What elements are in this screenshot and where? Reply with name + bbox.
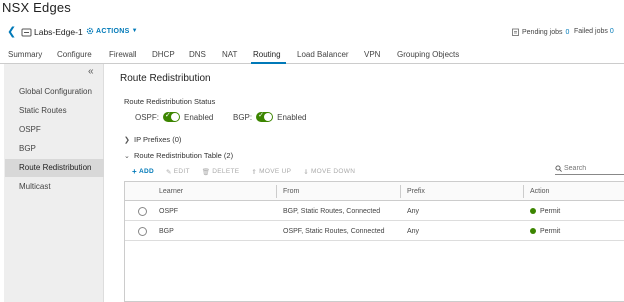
collapse-sidebar-icon[interactable]: « [88,66,94,77]
check-icon: ✓ [258,112,264,119]
ospf-status: OSPF: ✓ Enabled [135,112,213,122]
tab-routing[interactable]: Routing [253,50,281,59]
grid-header: Learner From Prefix Action [125,182,624,201]
action-label: Permit [540,228,561,235]
tab-nat[interactable]: NAT [222,50,237,59]
sidebar-item-global-configuration[interactable]: Global Configuration [5,83,104,101]
plus-icon: + [132,167,137,176]
active-tab-indicator [251,62,286,64]
delete-label: DELETE [212,168,240,175]
column-header-action[interactable]: Action [524,182,549,201]
arrow-down-circle-icon: ⇓ [303,168,309,176]
action-label: Permit [540,208,561,215]
pencil-icon: ✎ [165,168,172,176]
clipboard-icon [512,28,519,36]
chevron-down-icon: ⌄ [124,152,130,160]
actions-menu-button[interactable]: ACTIONS ▼ [86,27,138,35]
row-select-radio[interactable] [138,227,147,236]
actions-label: ACTIONS [96,27,130,35]
tab-vpn[interactable]: VPN [364,50,380,59]
chevron-right-icon: ❯ [124,136,130,144]
prefix-cell: Any [407,208,420,215]
edit-button[interactable]: ✎ EDIT [166,167,190,176]
status-dot-icon [530,227,536,234]
pending-jobs[interactable]: Pending jobs 0 [512,28,569,36]
gear-icon [86,27,94,35]
table-toolbar: + ADD ✎ EDIT 🗑 DELETE ⇑ MOVE UP ⇓ MOVE D… [132,167,355,176]
bgp-toggle[interactable]: ✓ [256,112,274,122]
status-dot-icon [530,207,536,214]
ip-prefixes-label: IP Prefixes (0) [134,135,182,144]
chevron-down-icon: ▼ [131,28,138,34]
move-down-label: MOVE DOWN [310,168,356,175]
tab-firewall[interactable]: Firewall [109,50,137,59]
route-redistribution-grid: Learner From Prefix Action OSPF BGP, Sta… [124,181,624,302]
from-cell: OSPF, Static Routes, Connected [283,228,385,235]
arrow-up-circle-icon: ⇑ [251,168,258,176]
ospf-toggle[interactable]: ✓ [163,112,181,122]
sidebar-item-ospf[interactable]: OSPF [5,121,104,139]
back-arrow-icon[interactable]: ❮ [7,26,17,39]
column-header-learner[interactable]: Learner [153,182,183,201]
bgp-label: BGP: [233,112,253,122]
add-label: ADD [138,168,154,175]
action-cell: Permit [524,202,560,221]
trash-icon: 🗑 [201,168,211,176]
toggle-knob [171,113,180,121]
tab-summary[interactable]: Summary [8,50,42,59]
sidebar-item-static-routes[interactable]: Static Routes [5,102,104,120]
page-title: NSX Edges [2,0,72,15]
delete-button[interactable]: 🗑 DELETE [202,167,240,176]
check-icon: ✓ [165,112,171,119]
redistribution-table-expander[interactable]: ⌄ Route Redistribution Table (2) [124,151,233,160]
move-up-button[interactable]: ⇑ MOVE UP [251,167,291,176]
toggle-knob [264,113,273,121]
bgp-status: BGP: ✓ Enabled [233,112,306,122]
status-label: Route Redistribution Status [124,97,216,106]
tab-configure[interactable]: Configure [57,50,92,59]
from-cell: BGP, Static Routes, Connected [283,208,381,215]
bgp-state: Enabled [277,112,307,122]
learner-cell: OSPF [159,208,179,215]
column-header-prefix[interactable]: Prefix [401,182,425,201]
edge-header: ❮ Labs-Edge-1 ACTIONS ▼ Pending jobs 0 F… [0,24,624,42]
redistribution-table-label: Route Redistribution Table (2) [134,151,234,160]
pending-jobs-count[interactable]: 0 [565,29,569,36]
table-row[interactable]: BGP OSPF, Static Routes, Connected Any P… [125,222,624,241]
row-select-radio[interactable] [138,207,147,216]
tab-load-balancer[interactable]: Load Balancer [297,50,349,59]
ospf-label: OSPF: [135,112,160,122]
failed-jobs[interactable]: Failed jobs 0 [574,28,614,35]
ip-prefixes-expander[interactable]: ❯ IP Prefixes (0) [124,135,181,144]
ospf-state: Enabled [184,112,214,122]
edit-label: EDIT [173,168,190,175]
move-up-label: MOVE UP [259,168,292,175]
sidebar-item-multicast[interactable]: Multicast [5,178,104,196]
tab-grouping-objects[interactable]: Grouping Objects [397,50,459,59]
edge-name: Labs-Edge-1 [34,27,83,37]
tab-bar: Summary Configure Firewall DHCP DNS NAT … [0,46,624,64]
table-row[interactable]: OSPF BGP, Static Routes, Connected Any P… [125,202,624,221]
action-cell: Permit [524,222,560,241]
failed-jobs-count[interactable]: 0 [610,28,614,35]
pending-jobs-label: Pending jobs [522,28,563,36]
search-icon [555,165,562,172]
column-header-from[interactable]: From [277,182,299,201]
search-input[interactable] [564,165,619,172]
section-title: Route Redistribution [120,73,211,84]
tab-dns[interactable]: DNS [189,50,206,59]
failed-jobs-label: Failed jobs [574,28,608,35]
sidebar-item-bgp[interactable]: BGP [5,140,104,158]
move-down-button[interactable]: ⇓ MOVE DOWN [303,167,355,176]
edge-icon [21,28,32,37]
sidebar-item-route-redistribution[interactable]: Route Redistribution [5,159,104,177]
add-button[interactable]: + ADD [132,167,154,176]
prefix-cell: Any [407,228,420,235]
search-box [555,163,624,175]
learner-cell: BGP [159,228,174,235]
tab-dhcp[interactable]: DHCP [152,50,175,59]
